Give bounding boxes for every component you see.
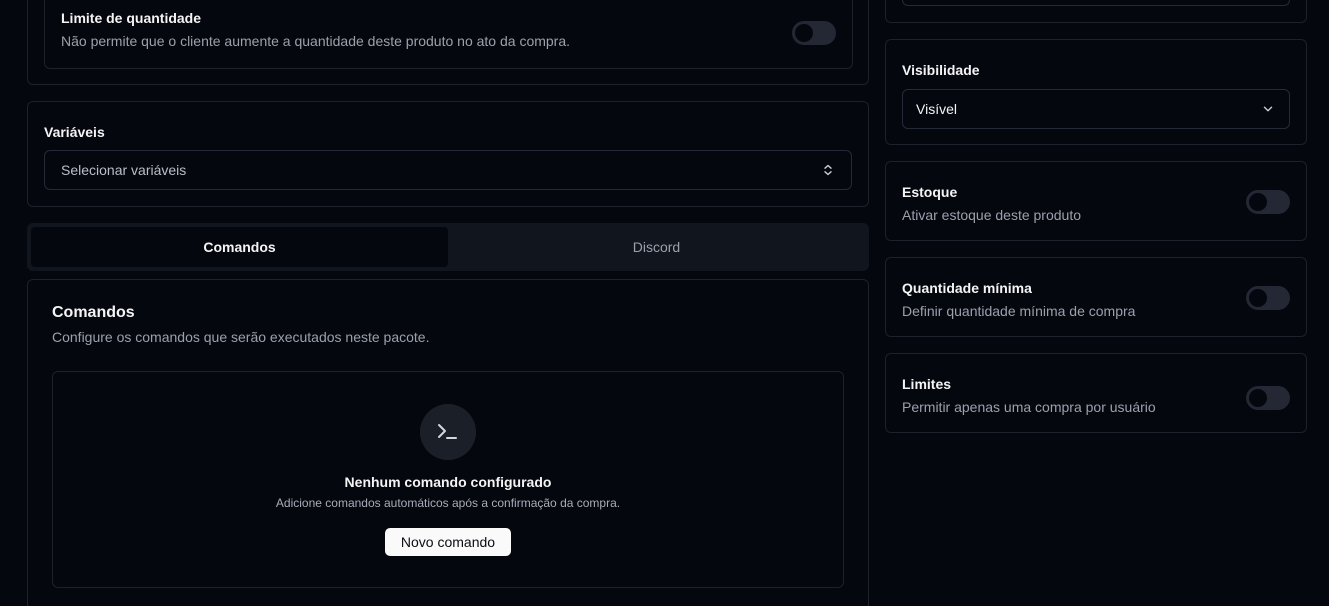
chevrons-up-down-icon [824, 164, 832, 176]
toggle-knob [1249, 389, 1267, 407]
limits-title: Limites [902, 376, 952, 392]
quantity-limit-card: Limite de quantidade Não permite que o c… [44, 0, 853, 69]
variables-select[interactable]: Selecionar variáveis [44, 150, 852, 190]
variables-card: Variáveis Selecionar variáveis [27, 101, 869, 207]
min-quantity-toggle[interactable] [1246, 286, 1290, 310]
quantity-card-container: Limite de quantidade Não permite que o c… [27, 0, 869, 85]
terminal-glyph [438, 424, 457, 439]
visibility-label: Visibilidade [902, 62, 980, 78]
empty-state-title: Nenhum comando configurado [344, 474, 552, 490]
commands-card: Comandos Configure os comandos que serão… [27, 279, 869, 606]
limits-card: Limites Permitir apenas uma compra por u… [885, 353, 1307, 433]
limits-description: Permitir apenas uma compra por usuário [902, 399, 1156, 415]
quantity-limit-description: Não permite que o cliente aumente a quan… [61, 33, 571, 49]
visibility-select[interactable]: Visível [902, 89, 1290, 129]
min-quantity-description: Definir quantidade mínima de compra [902, 303, 1136, 319]
terminal-icon [420, 404, 476, 460]
toggle-knob [795, 24, 813, 42]
commands-title: Comandos [52, 304, 135, 321]
variables-placeholder: Selecionar variáveis [61, 162, 187, 178]
stock-toggle[interactable] [1246, 190, 1290, 214]
toggle-knob [1249, 193, 1267, 211]
toggle-knob [1249, 289, 1267, 307]
commands-description: Configure os comandos que serão executad… [52, 329, 430, 345]
tab-discord[interactable]: Discord [448, 227, 865, 267]
tab-commands[interactable]: Comandos [31, 227, 448, 267]
commands-tabs: Comandos Discord [27, 223, 869, 271]
min-quantity-title: Quantidade mínima [902, 280, 1032, 296]
commands-empty-state: Nenhum comando configurado Adicione coma… [52, 371, 844, 588]
product-settings-page: Limite de quantidade Não permite que o c… [0, 0, 1329, 606]
visibility-value: Visível [916, 101, 957, 117]
stock-title: Estoque [902, 184, 958, 200]
quantity-limit-title: Limite de quantidade [61, 10, 202, 26]
quantity-limit-toggle[interactable] [792, 21, 836, 45]
top-right-input[interactable] [902, 0, 1290, 6]
new-command-button[interactable]: Novo comando [385, 528, 511, 556]
stock-description: Ativar estoque deste produto [902, 207, 1082, 223]
limits-toggle[interactable] [1246, 386, 1290, 410]
stock-card: Estoque Ativar estoque deste produto [885, 161, 1307, 241]
empty-state-description: Adicione comandos automáticos após a con… [275, 496, 621, 510]
min-quantity-card: Quantidade mínima Definir quantidade mín… [885, 257, 1307, 337]
chevron-down-icon [1263, 106, 1273, 112]
top-right-card [885, 0, 1307, 23]
variables-label: Variáveis [44, 124, 105, 140]
visibility-card: Visibilidade Visível [885, 39, 1307, 145]
